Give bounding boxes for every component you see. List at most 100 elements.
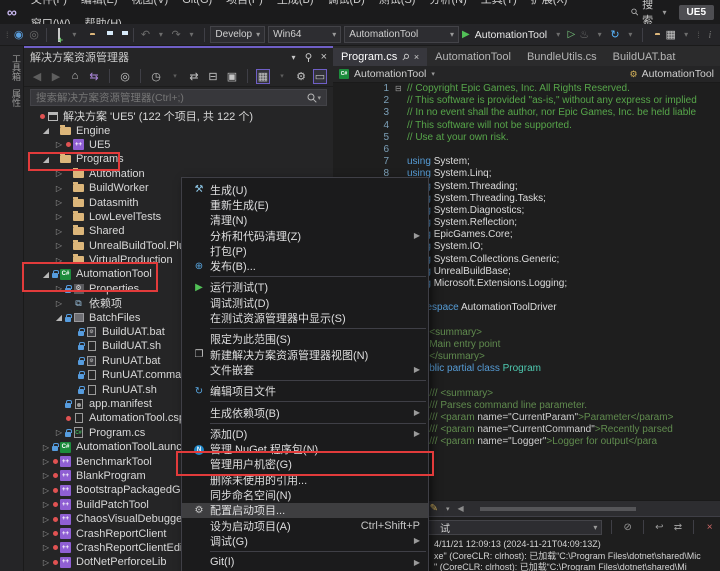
context-menu-item-新建解决方案资源管理器视图-N-[interactable]: ❐新建解决方案资源管理器视图(N) bbox=[182, 347, 428, 362]
expander-icon[interactable]: ▷ bbox=[54, 284, 64, 293]
context-menu-item-调试-G-[interactable]: 调试(G)▶ bbox=[182, 533, 428, 548]
start-debug-icon[interactable]: ▶ bbox=[462, 29, 470, 40]
context-menu-item-文件嵌套[interactable]: 文件嵌套▶ bbox=[182, 362, 428, 377]
expander-icon[interactable]: ▷ bbox=[54, 428, 64, 437]
expander-icon[interactable]: ▷ bbox=[41, 500, 51, 509]
context-menu-item-打包-P-[interactable]: 打包(P) bbox=[182, 243, 428, 258]
horizontal-scrollbar[interactable] bbox=[472, 506, 712, 512]
menu-item[interactable]: 分析(N) bbox=[422, 0, 473, 6]
properties-icon[interactable]: ⚙ bbox=[294, 70, 308, 83]
context-menu-item-设为启动项目-A-[interactable]: 设为启动项目(A)Ctrl+Shift+P bbox=[182, 518, 428, 533]
expander-icon[interactable]: ◢ bbox=[41, 270, 51, 279]
context-menu-item-编辑项目文件[interactable]: ↻编辑项目文件 bbox=[182, 384, 428, 399]
switch-views-icon[interactable]: ⇆ bbox=[87, 70, 101, 83]
properties-window-icon[interactable]: ▣ bbox=[225, 70, 239, 83]
scroll-left-icon[interactable]: ◀ bbox=[458, 504, 464, 513]
menu-item[interactable]: 项目(P) bbox=[219, 0, 270, 6]
context-menu-item-在测试资源管理器中显示-S-[interactable]: 在测试资源管理器中显示(S) bbox=[182, 310, 428, 325]
expander-icon[interactable]: ▷ bbox=[41, 558, 51, 567]
expander-icon[interactable]: ◢ bbox=[41, 126, 51, 135]
expander-icon[interactable]: ▷ bbox=[41, 471, 51, 480]
start-without-debug-icon[interactable]: ▷ bbox=[567, 29, 575, 40]
context-menu-item-生成依赖项-B-[interactable]: 生成依赖项(B)▶ bbox=[182, 405, 428, 420]
breadcrumb-member[interactable]: ⚙ AutomationTool bbox=[630, 68, 714, 80]
expander-icon[interactable]: ◢ bbox=[54, 313, 64, 322]
context-menu-item-管理用户机密-G-[interactable]: 管理用户机密(G) bbox=[182, 457, 428, 472]
chevron-down-icon[interactable]: ▾ bbox=[168, 72, 182, 80]
vertical-tab-toolbox[interactable]: 工具箱 bbox=[0, 54, 23, 81]
preview-icon[interactable]: ◎ bbox=[118, 70, 132, 83]
expander-icon[interactable]: ▷ bbox=[54, 299, 64, 308]
switch-view-icon[interactable]: ▭ bbox=[313, 69, 327, 84]
context-menu-item-添加-D-[interactable]: 添加(D)▶ bbox=[182, 426, 428, 441]
tree-item-engine[interactable]: ◢Engine bbox=[24, 123, 333, 137]
context-menu-item-管理-NuGet-程序包-N-[interactable]: N管理 NuGet 程序包(N)... bbox=[182, 441, 428, 456]
expander-icon[interactable]: ▷ bbox=[54, 184, 64, 193]
expander-icon[interactable]: ▷ bbox=[41, 443, 51, 452]
chevron-down-icon[interactable]: ▾ bbox=[594, 30, 606, 39]
context-menu-item-配置启动项目-[interactable]: ⚙配置启动项目... bbox=[182, 503, 428, 518]
close-icon[interactable]: × bbox=[414, 52, 419, 62]
menu-item[interactable]: Git(G) bbox=[175, 0, 219, 6]
chevron-down-icon[interactable]: ▾ bbox=[446, 505, 450, 513]
menu-item[interactable]: 视图(V) bbox=[125, 0, 176, 6]
show-all-files-icon[interactable]: ▦ bbox=[256, 69, 270, 84]
back-icon[interactable]: ◀ bbox=[30, 70, 44, 83]
chevron-down-icon[interactable]: ▾ bbox=[155, 30, 167, 39]
expander-icon[interactable]: ▷ bbox=[54, 140, 64, 149]
solution-platform-dropdown[interactable]: Win64▾ bbox=[268, 26, 341, 43]
close-icon[interactable]: × bbox=[321, 51, 327, 63]
expander-icon[interactable]: ▷ bbox=[41, 543, 51, 552]
pin-icon[interactable] bbox=[304, 53, 313, 62]
context-menu-item-发布-B-[interactable]: ⊕发布(B)... bbox=[182, 258, 428, 273]
new-file-icon[interactable] bbox=[53, 29, 65, 41]
breadcrumb-project[interactable]: AutomationTool bbox=[354, 68, 426, 80]
autoscroll-icon[interactable]: ⇄ bbox=[672, 522, 685, 533]
forward-icon[interactable]: ▶ bbox=[49, 70, 63, 83]
context-menu-item-删除未使用的引用-[interactable]: 删除未使用的引用... bbox=[182, 472, 428, 487]
context-menu-item-Git-I-[interactable]: Git(I)▶ bbox=[182, 555, 428, 570]
expander-icon[interactable]: ▷ bbox=[41, 486, 51, 495]
window-layout-icon[interactable]: ▦ bbox=[665, 28, 677, 41]
vertical-tab-properties[interactable]: 属性 bbox=[0, 89, 23, 107]
collapse-all-icon[interactable]: ⊟ bbox=[206, 70, 220, 83]
context-menu-item-重新生成-E-[interactable]: 重新生成(E) bbox=[182, 197, 428, 212]
context-menu-item-限定为此范围-S-[interactable]: 限定为此范围(S) bbox=[182, 332, 428, 347]
close-panel-icon[interactable]: × bbox=[703, 522, 716, 533]
menu-item[interactable]: 测试(S) bbox=[372, 0, 423, 6]
document-tab-bundleutils-cs[interactable]: BundleUtils.cs bbox=[519, 48, 605, 66]
chevron-down-icon[interactable]: ▾ bbox=[552, 30, 564, 39]
window-position-icon[interactable]: ▾ bbox=[292, 53, 296, 62]
fold-icon[interactable]: ⊟ bbox=[395, 83, 407, 95]
expander-icon[interactable]: ▷ bbox=[54, 227, 64, 236]
menu-item[interactable]: 生成(B) bbox=[270, 0, 321, 6]
solution-search-box[interactable]: ▾ bbox=[30, 89, 327, 106]
tree-item--ue5-122-122-[interactable]: 解决方案 'UE5' (122 个项目, 共 122 个) bbox=[24, 109, 333, 123]
run-target-label[interactable]: AutomationTool bbox=[475, 29, 547, 41]
navigate-back-icon[interactable]: ◉ bbox=[13, 28, 25, 41]
chevron-down-icon[interactable]: ▾ bbox=[680, 30, 692, 39]
expander-icon[interactable]: ▷ bbox=[54, 256, 64, 265]
expander-icon[interactable]: ▷ bbox=[54, 198, 64, 207]
document-tab-builduat-bat[interactable]: BuildUAT.bat bbox=[605, 48, 684, 66]
expander-icon[interactable]: ▷ bbox=[41, 529, 51, 538]
document-tab-program-cs[interactable]: Program.cs⚲× bbox=[333, 48, 427, 66]
tree-item-ue5[interactable]: ▷++UE5 bbox=[24, 138, 333, 152]
menu-item[interactable]: 扩展(X) bbox=[524, 0, 575, 6]
home-icon[interactable]: ⌂ bbox=[68, 70, 82, 82]
menu-item[interactable]: 调试(D) bbox=[321, 0, 372, 6]
context-menu-item-生成-U-[interactable]: ⚒生成(U) bbox=[182, 182, 428, 197]
startup-project-dropdown[interactable]: AutomationTool▾ bbox=[344, 26, 459, 43]
context-menu-item-分析和代码清理-Z-[interactable]: 分析和代码清理(Z)▶ bbox=[182, 228, 428, 243]
navigate-forward-icon[interactable]: ◎ bbox=[28, 28, 40, 41]
undo-icon[interactable]: ↶ bbox=[139, 28, 151, 41]
toolbar-grip[interactable]: ⁞ bbox=[697, 30, 699, 40]
clear-output-icon[interactable]: ⊘ bbox=[621, 522, 634, 533]
menu-item[interactable]: 文件(F) bbox=[24, 0, 74, 6]
redo-icon[interactable]: ↷ bbox=[170, 28, 182, 41]
expander-icon[interactable]: ▷ bbox=[54, 169, 64, 178]
sync-with-active-document-icon[interactable]: ⇄ bbox=[187, 70, 201, 83]
menu-item[interactable]: 编辑(E) bbox=[74, 0, 125, 6]
expander-icon[interactable]: ◢ bbox=[41, 155, 51, 164]
context-menu-item-运行测试-T-[interactable]: ▶运行测试(T) bbox=[182, 280, 428, 295]
